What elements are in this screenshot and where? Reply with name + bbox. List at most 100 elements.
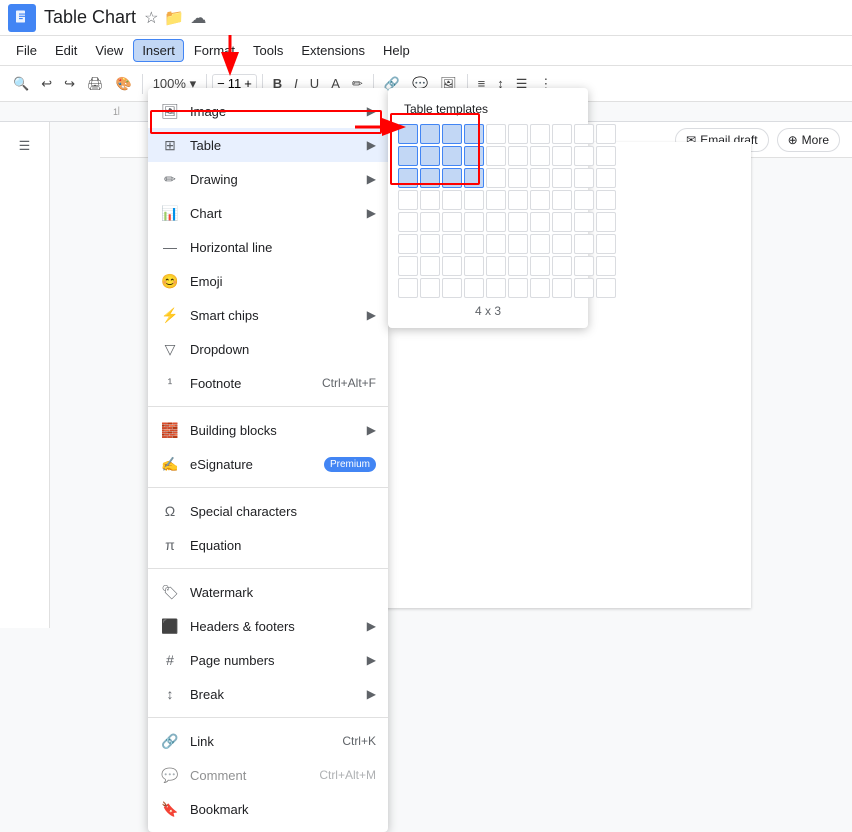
grid-cell-2-1[interactable] bbox=[420, 168, 440, 188]
grid-cell-4-4[interactable] bbox=[486, 212, 506, 232]
grid-cell-6-3[interactable] bbox=[464, 256, 484, 276]
grid-cell-0-7[interactable] bbox=[552, 124, 572, 144]
more-chip[interactable]: ⊕ More bbox=[777, 128, 840, 152]
menu-row-esig[interactable]: ✍ eSignature Premium bbox=[148, 447, 388, 481]
grid-cell-0-2[interactable] bbox=[442, 124, 462, 144]
grid-cell-2-5[interactable] bbox=[508, 168, 528, 188]
search-btn[interactable]: 🔍 bbox=[8, 73, 34, 95]
menu-row-hr[interactable]: — Horizontal line bbox=[148, 230, 388, 264]
star-icon[interactable]: ☆ bbox=[144, 8, 158, 28]
grid-cell-1-1[interactable] bbox=[420, 146, 440, 166]
grid-cell-7-7[interactable] bbox=[552, 278, 572, 298]
grid-cell-7-8[interactable] bbox=[574, 278, 594, 298]
grid-cell-3-7[interactable] bbox=[552, 190, 572, 210]
menu-row-building[interactable]: 🧱 Building blocks ▶ bbox=[148, 413, 388, 447]
grid-cell-3-2[interactable] bbox=[442, 190, 462, 210]
grid-cell-2-9[interactable] bbox=[596, 168, 616, 188]
menu-help[interactable]: Help bbox=[375, 40, 418, 61]
grid-cell-0-6[interactable] bbox=[530, 124, 550, 144]
menu-row-emoji[interactable]: 😊 Emoji bbox=[148, 264, 388, 298]
cloud-icon[interactable]: ☁ bbox=[190, 8, 206, 28]
grid-cell-6-5[interactable] bbox=[508, 256, 528, 276]
grid-cell-3-4[interactable] bbox=[486, 190, 506, 210]
menu-file[interactable]: File bbox=[8, 40, 45, 61]
undo-btn[interactable]: ↩ bbox=[36, 73, 57, 95]
grid-cell-6-2[interactable] bbox=[442, 256, 462, 276]
menu-view[interactable]: View bbox=[87, 40, 131, 61]
grid-cell-0-5[interactable] bbox=[508, 124, 528, 144]
menu-row-footnote[interactable]: ¹ Footnote Ctrl+Alt+F bbox=[148, 366, 388, 400]
grid-cell-4-8[interactable] bbox=[574, 212, 594, 232]
grid-cell-5-3[interactable] bbox=[464, 234, 484, 254]
menu-row-break[interactable]: ↕ Break ▶ bbox=[148, 677, 388, 711]
grid-cell-3-5[interactable] bbox=[508, 190, 528, 210]
paint-format-btn[interactable]: 🎨 bbox=[111, 73, 137, 95]
grid-cell-3-9[interactable] bbox=[596, 190, 616, 210]
grid-cell-0-9[interactable] bbox=[596, 124, 616, 144]
menu-insert[interactable]: Insert bbox=[133, 39, 184, 62]
grid-cell-6-4[interactable] bbox=[486, 256, 506, 276]
menu-row-page-numbers[interactable]: # Page numbers ▶ bbox=[148, 643, 388, 677]
grid-cell-2-6[interactable] bbox=[530, 168, 550, 188]
grid-cell-3-0[interactable] bbox=[398, 190, 418, 210]
grid-cell-6-8[interactable] bbox=[574, 256, 594, 276]
grid-cell-5-7[interactable] bbox=[552, 234, 572, 254]
grid-cell-7-4[interactable] bbox=[486, 278, 506, 298]
menu-extensions[interactable]: Extensions bbox=[293, 40, 373, 61]
grid-cell-4-1[interactable] bbox=[420, 212, 440, 232]
grid-cell-5-1[interactable] bbox=[420, 234, 440, 254]
grid-cell-2-2[interactable] bbox=[442, 168, 462, 188]
grid-cell-1-2[interactable] bbox=[442, 146, 462, 166]
grid-cell-1-0[interactable] bbox=[398, 146, 418, 166]
menu-row-link[interactable]: 🔗 Link Ctrl+K bbox=[148, 724, 388, 758]
grid-cell-1-3[interactable] bbox=[464, 146, 484, 166]
grid-cell-0-3[interactable] bbox=[464, 124, 484, 144]
menu-row-special[interactable]: Ω Special characters bbox=[148, 494, 388, 528]
grid-cell-1-7[interactable] bbox=[552, 146, 572, 166]
grid-cell-5-9[interactable] bbox=[596, 234, 616, 254]
grid-cell-5-4[interactable] bbox=[486, 234, 506, 254]
grid-cell-4-2[interactable] bbox=[442, 212, 462, 232]
menu-row-headers[interactable]: ⬛ Headers & footers ▶ bbox=[148, 609, 388, 643]
grid-cell-4-7[interactable] bbox=[552, 212, 572, 232]
grid-cell-7-0[interactable] bbox=[398, 278, 418, 298]
grid-cell-2-0[interactable] bbox=[398, 168, 418, 188]
grid-cell-5-2[interactable] bbox=[442, 234, 462, 254]
grid-cell-2-8[interactable] bbox=[574, 168, 594, 188]
grid-cell-1-8[interactable] bbox=[574, 146, 594, 166]
sidebar-menu-btn[interactable]: ☰ bbox=[9, 130, 41, 162]
grid-cell-1-9[interactable] bbox=[596, 146, 616, 166]
grid-cell-5-8[interactable] bbox=[574, 234, 594, 254]
grid-cell-6-6[interactable] bbox=[530, 256, 550, 276]
grid-cell-2-7[interactable] bbox=[552, 168, 572, 188]
menu-edit[interactable]: Edit bbox=[47, 40, 85, 61]
redo-btn[interactable]: ↪ bbox=[59, 73, 80, 95]
grid-cell-7-2[interactable] bbox=[442, 278, 462, 298]
grid-cell-4-3[interactable] bbox=[464, 212, 484, 232]
menu-row-chart[interactable]: 📊 Chart ▶ bbox=[148, 196, 388, 230]
grid-cell-1-4[interactable] bbox=[486, 146, 506, 166]
grid-cell-5-5[interactable] bbox=[508, 234, 528, 254]
grid-cell-0-0[interactable] bbox=[398, 124, 418, 144]
grid-cell-0-1[interactable] bbox=[420, 124, 440, 144]
grid-cell-7-5[interactable] bbox=[508, 278, 528, 298]
grid-cell-4-6[interactable] bbox=[530, 212, 550, 232]
menu-tools[interactable]: Tools bbox=[245, 40, 291, 61]
grid-cell-7-1[interactable] bbox=[420, 278, 440, 298]
print-btn[interactable]: 🖨 bbox=[82, 73, 109, 95]
menu-row-bookmark[interactable]: 🔖 Bookmark bbox=[148, 792, 388, 826]
menu-row-drawing[interactable]: ✏ Drawing ▶ bbox=[148, 162, 388, 196]
grid-cell-5-6[interactable] bbox=[530, 234, 550, 254]
grid-cell-7-9[interactable] bbox=[596, 278, 616, 298]
menu-row-dropdown[interactable]: ▽ Dropdown bbox=[148, 332, 388, 366]
grid-cell-4-5[interactable] bbox=[508, 212, 528, 232]
grid-cell-6-9[interactable] bbox=[596, 256, 616, 276]
grid-cell-4-0[interactable] bbox=[398, 212, 418, 232]
menu-row-watermark[interactable]: 🏷 Watermark bbox=[148, 575, 388, 609]
menu-row-smart-chips[interactable]: ⚡ Smart chips ▶ bbox=[148, 298, 388, 332]
menu-row-image[interactable]: 🖼 Image ▶ bbox=[148, 94, 388, 128]
menu-row-table[interactable]: ⊞ Table ▶ bbox=[148, 128, 388, 162]
grid-cell-6-0[interactable] bbox=[398, 256, 418, 276]
grid-cell-7-6[interactable] bbox=[530, 278, 550, 298]
grid-cell-5-0[interactable] bbox=[398, 234, 418, 254]
